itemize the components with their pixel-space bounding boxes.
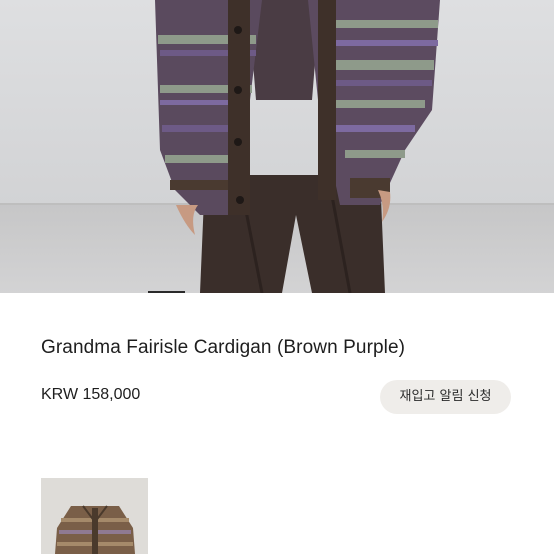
thumbnail-photo <box>41 478 148 554</box>
carousel-indicator <box>148 291 185 293</box>
product-title: Grandma Fairisle Cardigan (Brown Purple) <box>41 337 406 358</box>
bottom-scroll-hint <box>30 548 60 554</box>
product-thumbnail[interactable] <box>41 478 148 554</box>
product-hero-image[interactable] <box>0 0 554 293</box>
product-price: KRW 158,000 <box>41 386 141 403</box>
product-photo <box>0 0 554 293</box>
restock-notify-button[interactable]: 재입고 알림 신청 <box>380 380 511 414</box>
